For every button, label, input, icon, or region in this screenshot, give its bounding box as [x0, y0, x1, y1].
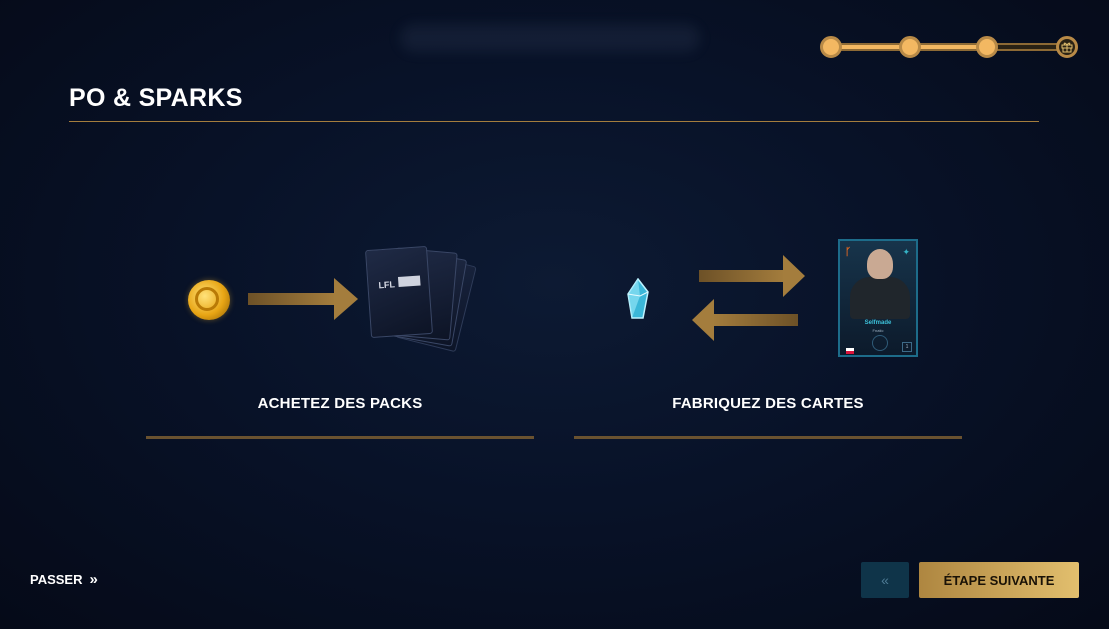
section-divider-buy-packs — [146, 436, 534, 439]
section-label-buy-packs: ACHETEZ DES PACKS — [257, 395, 423, 412]
progress-step-3 — [976, 36, 998, 58]
next-step-button[interactable]: ÉTAPE SUIVANTE — [919, 562, 1079, 598]
player-card-icon: ᚴ ✦ Selfmade Fnatic 1 — [838, 239, 918, 357]
section-divider-craft-cards — [574, 436, 962, 439]
pack-tag — [397, 275, 421, 288]
card-number: 1 — [902, 342, 912, 352]
title-divider — [69, 121, 1039, 122]
blurred-background-header — [400, 24, 700, 52]
gift-icon — [1061, 42, 1073, 53]
pack-front: LFL — [365, 245, 433, 339]
player-jersey — [850, 277, 910, 319]
team-logo: ᚴ — [845, 247, 851, 258]
coin-icon — [188, 280, 230, 320]
spark-crystal-icon — [627, 278, 649, 319]
page-title: PO & SPARKS — [69, 84, 243, 112]
pack-brand: LFL — [378, 279, 396, 291]
league-icon: ✦ — [902, 247, 910, 257]
card-rarity-ring — [872, 335, 888, 351]
player-portrait — [867, 249, 893, 279]
skip-button[interactable]: PASSER » — [30, 571, 98, 588]
country-flag — [846, 348, 854, 354]
double-chevron-right-icon: » — [89, 571, 98, 588]
skip-label: PASSER — [30, 572, 83, 587]
progress-step-2 — [899, 36, 921, 58]
progress-step-final — [1056, 36, 1078, 58]
arrow-right-icon — [699, 255, 805, 297]
section-label-craft-cards: FABRIQUEZ DES CARTES — [672, 395, 864, 412]
arrow-right-icon — [248, 278, 358, 320]
player-name: Selfmade — [864, 320, 892, 326]
arrow-left-icon — [692, 299, 798, 341]
back-button[interactable]: « — [861, 562, 909, 598]
player-team: Fnatic — [872, 328, 884, 333]
progress-step-1 — [820, 36, 842, 58]
progress-tracker — [820, 35, 1078, 59]
